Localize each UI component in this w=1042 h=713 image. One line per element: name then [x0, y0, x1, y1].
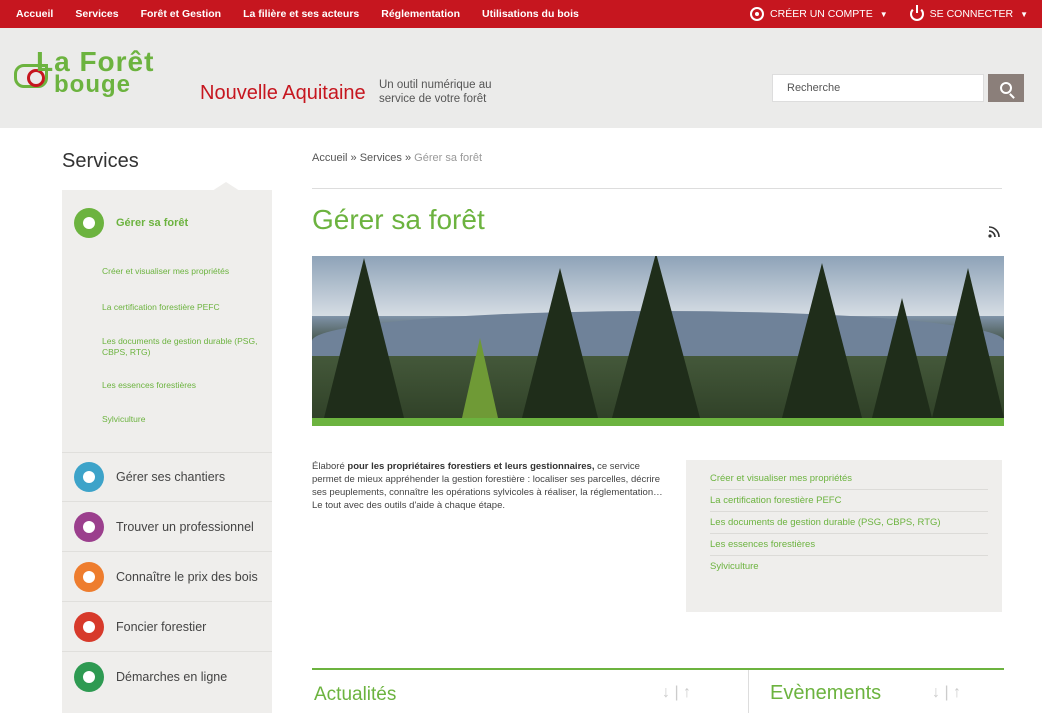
rss-icon[interactable]: [988, 226, 1000, 238]
power-icon: [909, 5, 924, 21]
divider: [312, 668, 1004, 670]
user-icon: [750, 7, 765, 21]
content-panel: Services Gérer sa forêt Créer et visuali…: [42, 128, 1026, 713]
create-account-button[interactable]: CRÉER UN COMPTE ▼: [750, 7, 888, 21]
nav-filiere[interactable]: La filière et ses acteurs: [243, 8, 359, 20]
main-menu: Accueil Services Forêt et Gestion La fil…: [0, 8, 601, 20]
search-input[interactable]: Recherche: [772, 74, 984, 102]
page-title: Gérer sa forêt: [312, 204, 485, 235]
login-label: SE CONNECTER: [929, 8, 1014, 20]
news-heading: Actualités: [314, 684, 397, 705]
sidebar-item-label: Gérer ses chantiers: [116, 470, 226, 484]
divider: [312, 188, 1002, 189]
submenu-item-sylviculture[interactable]: Sylviculture: [102, 414, 262, 425]
search-icon: [1000, 82, 1012, 94]
log-icon: [74, 561, 104, 592]
sidebar-item-label: Gérer sa forêt: [116, 217, 189, 229]
breadcrumb-current: Gérer sa forêt: [414, 152, 483, 164]
site-header: La Forêt bouge Nouvelle Aquitaine Un out…: [0, 28, 1042, 128]
sidebar-item-prix-bois[interactable]: Connaître le prix des bois: [62, 552, 272, 602]
submenu-item-essences[interactable]: Les essences forestières: [102, 380, 262, 391]
quick-link-documents[interactable]: Les documents de gestion durable (PSG, C…: [710, 512, 988, 534]
download-icon: [74, 662, 104, 692]
breadcrumb: Accueil » Services » Gérer sa forêt: [312, 152, 482, 164]
sidebar-item-label: Trouver un professionnel: [116, 519, 254, 534]
quick-link-sylviculture[interactable]: Sylviculture: [710, 556, 988, 577]
forest-banner-image: [312, 256, 1004, 426]
sidebar-item-chantiers[interactable]: Gérer ses chantiers: [62, 452, 272, 502]
nav-accueil[interactable]: Accueil: [16, 8, 53, 20]
nav-utilisations[interactable]: Utilisations du bois: [482, 8, 579, 20]
breadcrumb-services[interactable]: Services: [360, 152, 402, 164]
quick-link-proprietes[interactable]: Créer et visualiser mes propriétés: [710, 468, 988, 490]
news-scroll-arrows[interactable]: ↓ | ↑: [662, 684, 691, 702]
nav-foret-gestion[interactable]: Forêt et Gestion: [141, 8, 222, 20]
sidebar-item-label: Foncier forestier: [116, 619, 207, 634]
site-tagline: Un outil numérique au service de votre f…: [379, 79, 492, 105]
events-heading: Evènements: [770, 682, 882, 704]
create-account-label: CRÉER UN COMPTE: [770, 8, 873, 20]
breadcrumb-home[interactable]: Accueil: [312, 152, 347, 164]
map-pin-icon: [74, 611, 104, 642]
intro-text: Élaboré pour les propriétaires forestier…: [312, 461, 663, 511]
chevron-down-icon: ▼: [1020, 9, 1028, 19]
handshake-icon: [74, 511, 104, 542]
sidebar-item-professionnel[interactable]: Trouver un professionnel: [62, 502, 272, 552]
submenu-item-pefc[interactable]: La certification forestière PEFC: [102, 302, 262, 313]
nav-services[interactable]: Services: [75, 8, 118, 20]
submenu-item-documents[interactable]: Les documents de gestion durable (PSG, C…: [102, 336, 262, 358]
search-button[interactable]: [988, 74, 1024, 102]
nav-reglementation[interactable]: Réglementation: [381, 8, 460, 20]
sidebar-notch: [212, 182, 240, 191]
quick-links: Créer et visualiser mes propriétés La ce…: [686, 460, 1002, 612]
events-scroll-arrows[interactable]: ↓ | ↑: [932, 684, 961, 702]
quick-link-pefc[interactable]: La certification forestière PEFC: [710, 490, 988, 512]
services-sidebar: Gérer sa forêt Créer et visualiser mes p…: [62, 182, 272, 713]
breadcrumb-separator: »: [350, 152, 357, 164]
sidebar-item-gerer-foret[interactable]: Gérer sa forêt: [62, 198, 272, 248]
top-navigation: Accueil Services Forêt et Gestion La fil…: [0, 0, 1042, 28]
submenu-item-proprietes[interactable]: Créer et visualiser mes propriétés: [102, 266, 262, 277]
sidebar-item-demarches[interactable]: Démarches en ligne: [62, 652, 272, 702]
chevron-down-icon: ▼: [879, 9, 888, 19]
quick-link-essences[interactable]: Les essences forestières: [710, 534, 988, 556]
site-logo[interactable]: La Forêt bouge: [14, 48, 184, 102]
sidebar-title: Services: [62, 150, 139, 172]
logo-text-bouge: bouge: [54, 71, 131, 98]
login-button[interactable]: SE CONNECTER ▼: [909, 5, 1028, 21]
sidebar-item-foncier[interactable]: Foncier forestier: [62, 602, 272, 652]
region-name: Nouvelle Aquitaine: [200, 82, 366, 104]
sidebar-item-label: Connaître le prix des bois: [116, 569, 258, 584]
breadcrumb-separator: »: [404, 152, 412, 164]
sidebar-item-label: Démarches en ligne: [116, 670, 228, 684]
tree-icon: [74, 208, 104, 238]
cloud-icon: [74, 462, 104, 492]
divider: [748, 670, 749, 713]
account-menu: CRÉER UN COMPTE ▼ SE CONNECTER ▼: [728, 5, 1042, 21]
